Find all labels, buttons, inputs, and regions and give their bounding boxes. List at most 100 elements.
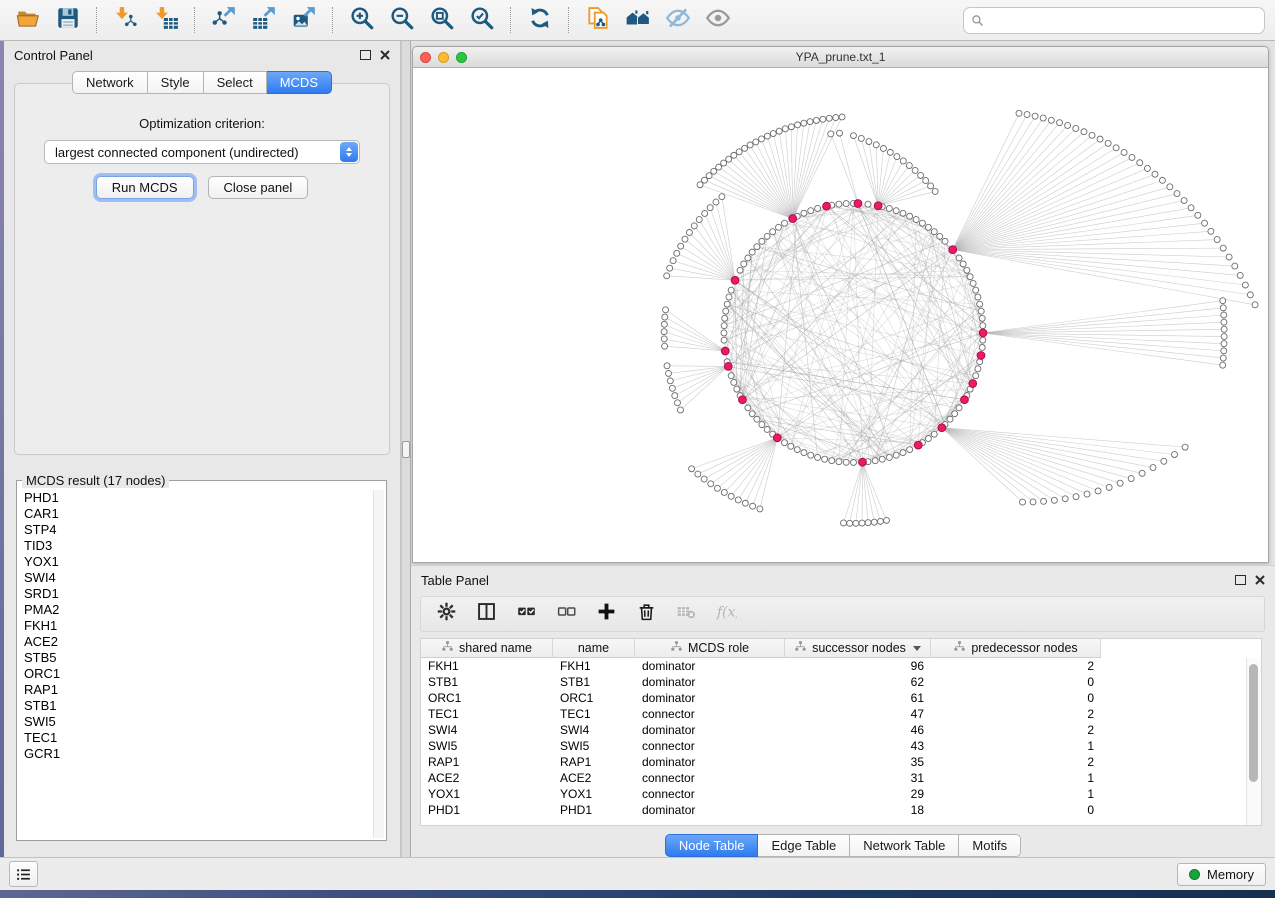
mcds-result-item[interactable]: STP4 xyxy=(24,522,385,538)
cell-predecessors: 0 xyxy=(931,803,1101,817)
export-network-button[interactable] xyxy=(206,4,242,36)
select-all-rows-button[interactable] xyxy=(511,600,541,628)
show-hide-columns-button[interactable] xyxy=(471,600,501,628)
tab-network-table[interactable]: Network Table xyxy=(850,834,959,857)
mcds-result-item[interactable]: STB5 xyxy=(24,650,385,666)
tab-style[interactable]: Style xyxy=(148,71,204,94)
import-network-button[interactable] xyxy=(108,4,144,36)
attribute-type-icon xyxy=(953,640,966,656)
cell-shared_name: PHD1 xyxy=(421,803,553,817)
cell-name: FKH1 xyxy=(553,659,635,673)
mcds-result-item[interactable]: STB1 xyxy=(24,698,385,714)
show-all-icon xyxy=(705,5,731,36)
mcds-result-item[interactable]: TEC1 xyxy=(24,730,385,746)
search-input[interactable] xyxy=(989,12,1257,29)
close-panel-button[interactable]: Close panel xyxy=(208,176,309,199)
add-column-button[interactable] xyxy=(591,600,621,628)
mcds-list-scrollbar[interactable] xyxy=(373,490,384,838)
export-table-button[interactable] xyxy=(246,4,282,36)
table-panel-titlebar: Table Panel xyxy=(411,566,1275,592)
mcds-result-item[interactable]: PMA2 xyxy=(24,602,385,618)
column-header-predecessor-nodes[interactable]: predecessor nodes xyxy=(931,639,1101,658)
vertical-splitter[interactable] xyxy=(401,41,411,857)
table-scrollbar[interactable] xyxy=(1246,658,1261,825)
float-panel-icon[interactable] xyxy=(360,50,371,60)
delete-columns-button[interactable] xyxy=(631,600,661,628)
cell-role: dominator xyxy=(635,691,785,705)
column-header-successor-nodes[interactable]: successor nodes xyxy=(785,639,931,658)
mcds-result-item[interactable]: YOX1 xyxy=(24,554,385,570)
tab-edge-table[interactable]: Edge Table xyxy=(758,834,850,857)
tab-node-table[interactable]: Node Table xyxy=(665,834,759,857)
mcds-result-item[interactable]: TID3 xyxy=(24,538,385,554)
mcds-result-item[interactable]: PHD1 xyxy=(24,490,385,506)
network-window: YPA_prune.txt_1 xyxy=(412,46,1269,563)
table-row[interactable]: PHD1PHD1dominator180 xyxy=(421,802,1261,818)
optimization-criterion-select[interactable]: largest connected component (undirected) xyxy=(44,140,360,164)
table-row[interactable]: STB1STB1dominator620 xyxy=(421,674,1261,690)
close-panel-icon[interactable] xyxy=(380,50,390,60)
mcds-result-item[interactable]: ORC1 xyxy=(24,666,385,682)
save-session-button[interactable] xyxy=(50,4,86,36)
task-history-button[interactable] xyxy=(9,861,38,887)
cell-predecessors: 0 xyxy=(931,675,1101,689)
mcds-result-item[interactable]: ACE2 xyxy=(24,634,385,650)
table-scrollbar-thumb[interactable] xyxy=(1249,664,1258,782)
toolbar-separator xyxy=(96,7,98,33)
network-view-canvas[interactable] xyxy=(413,68,1268,562)
table-row[interactable]: SWI5SWI5connector431 xyxy=(421,738,1261,754)
mcds-result-item[interactable]: SRD1 xyxy=(24,586,385,602)
open-session-button[interactable] xyxy=(10,4,46,36)
table-row[interactable]: TEC1TEC1connector472 xyxy=(421,706,1261,722)
tab-mcds[interactable]: MCDS xyxy=(267,71,332,94)
splitter-grip[interactable] xyxy=(402,441,410,458)
close-table-panel-icon[interactable] xyxy=(1255,575,1265,585)
table-row[interactable]: SWI4SWI4dominator462 xyxy=(421,722,1261,738)
mcds-result-item[interactable]: RAP1 xyxy=(24,682,385,698)
cell-role: dominator xyxy=(635,723,785,737)
toolbar-separator xyxy=(568,7,570,33)
mcds-result-item[interactable]: GCR1 xyxy=(24,746,385,762)
run-mcds-button[interactable]: Run MCDS xyxy=(96,176,194,199)
hide-selected-button[interactable] xyxy=(660,4,696,36)
search-box[interactable] xyxy=(963,7,1265,34)
first-neighbors-button[interactable] xyxy=(620,4,656,36)
cell-successors: 47 xyxy=(785,707,931,721)
table-row[interactable]: ACE2ACE2connector311 xyxy=(421,770,1261,786)
table-row[interactable]: FKH1FKH1dominator962 xyxy=(421,658,1261,674)
table-panel: Table Panel f(x) shared namenameMCDS rol… xyxy=(411,565,1275,857)
tab-network[interactable]: Network xyxy=(72,71,148,94)
mcds-result-item[interactable]: FKH1 xyxy=(24,618,385,634)
column-header-shared-name[interactable]: shared name xyxy=(421,639,553,658)
table-mode-button[interactable] xyxy=(431,600,461,628)
column-header-MCDS-role[interactable]: MCDS role xyxy=(635,639,785,658)
zoom-out-button[interactable] xyxy=(384,4,420,36)
cell-predecessors: 2 xyxy=(931,707,1101,721)
tab-select[interactable]: Select xyxy=(204,71,267,94)
apply-layout-button[interactable] xyxy=(522,4,558,36)
cell-predecessors: 2 xyxy=(931,755,1101,769)
export-image-button[interactable] xyxy=(286,4,322,36)
tab-motifs[interactable]: Motifs xyxy=(959,834,1021,857)
deselect-all-rows-button[interactable] xyxy=(551,600,581,628)
mcds-result-item[interactable]: CAR1 xyxy=(24,506,385,522)
mcds-result-item[interactable]: SWI4 xyxy=(24,570,385,586)
function-builder-icon: f(x) xyxy=(716,601,737,627)
zoom-in-button[interactable] xyxy=(344,4,380,36)
zoom-out-icon xyxy=(389,5,415,36)
zoom-selected-button[interactable] xyxy=(464,4,500,36)
column-header-name[interactable]: name xyxy=(553,639,635,658)
table-row[interactable]: ORC1ORC1dominator610 xyxy=(421,690,1261,706)
table-row[interactable]: YOX1YOX1connector291 xyxy=(421,786,1261,802)
float-table-panel-icon[interactable] xyxy=(1235,575,1246,585)
cell-shared_name: ORC1 xyxy=(421,691,553,705)
control-panel-titlebar: Control Panel xyxy=(4,41,400,67)
import-table-button[interactable] xyxy=(148,4,184,36)
memory-button[interactable]: Memory xyxy=(1177,863,1266,886)
mcds-result-item[interactable]: SWI5 xyxy=(24,714,385,730)
network-graph[interactable] xyxy=(413,68,1268,562)
show-all-button[interactable] xyxy=(700,4,736,36)
zoom-fit-button[interactable] xyxy=(424,4,460,36)
new-network-from-selection-button[interactable] xyxy=(580,4,616,36)
table-row[interactable]: RAP1RAP1dominator352 xyxy=(421,754,1261,770)
